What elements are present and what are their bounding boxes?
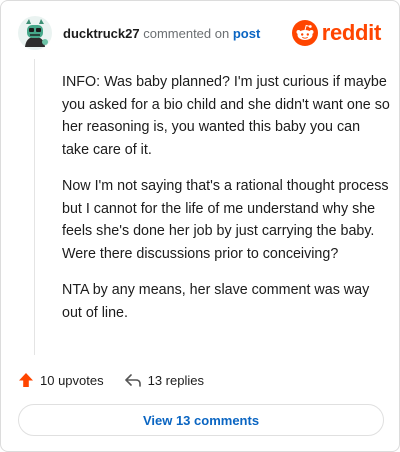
comment-paragraph: INFO: Was baby planned? I'm just curious… <box>62 74 390 158</box>
upvote-arrow-icon <box>19 373 33 387</box>
reply-button[interactable]: 13 replies <box>124 372 204 388</box>
comment-meta: ducktruck27 commented on post <box>63 26 260 42</box>
reddit-logo[interactable]: reddit <box>291 20 382 46</box>
comment-actions: 10 upvotes 13 replies <box>18 369 204 391</box>
reddit-snoo-icon <box>291 20 318 46</box>
view-comments-button[interactable]: View 13 comments <box>18 404 384 436</box>
commented-on-text: commented on <box>143 26 230 41</box>
upvote-button[interactable]: 10 upvotes <box>18 372 104 388</box>
comment-header: ducktruck27 commented on post reddit <box>18 16 387 52</box>
post-link[interactable]: post <box>233 26 260 41</box>
thread-line[interactable] <box>34 59 35 355</box>
username[interactable]: ducktruck27 <box>63 26 140 41</box>
reply-count: 13 replies <box>147 372 204 388</box>
comment-body: INFO: Was baby planned? I'm just curious… <box>62 71 390 338</box>
comment-paragraph: Now I'm not saying that's a rational tho… <box>62 178 389 262</box>
upvote-count: 10 upvotes <box>40 372 104 388</box>
comment-paragraph: NTA by any means, her slave comment was … <box>62 282 370 321</box>
avatar-image <box>18 16 52 50</box>
avatar[interactable] <box>18 16 52 50</box>
reddit-wordmark: reddit <box>321 20 382 45</box>
comment-card: ducktruck27 commented on post reddit INF… <box>0 0 400 452</box>
reply-arrow-icon <box>124 374 141 387</box>
